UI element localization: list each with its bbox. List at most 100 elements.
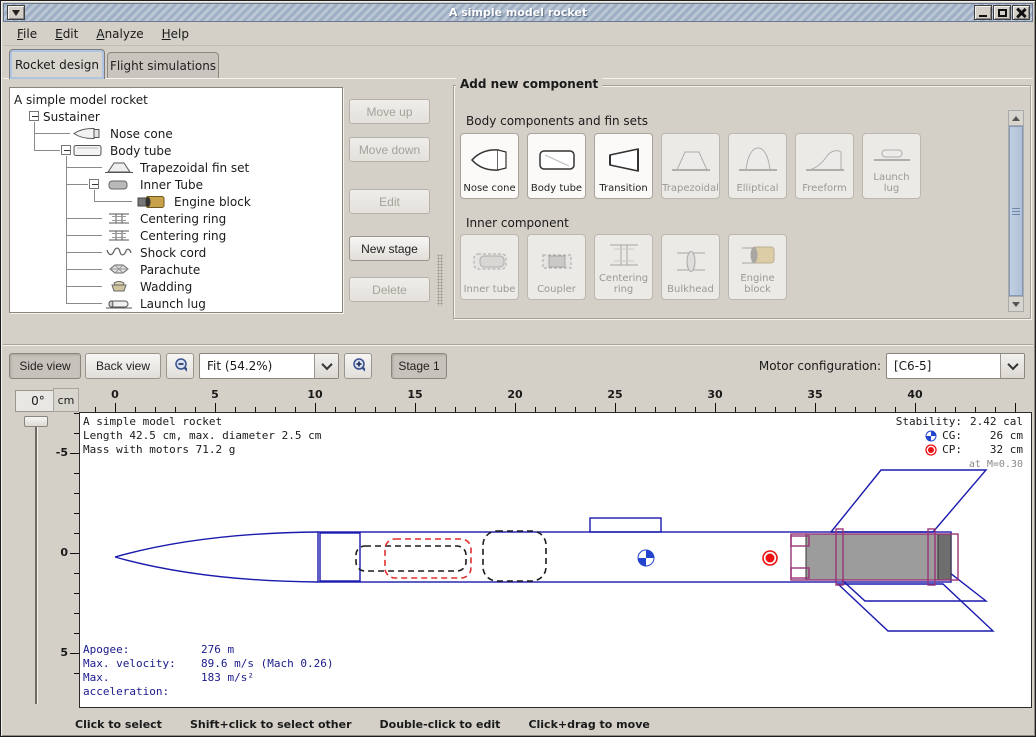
shock-cord-outline	[356, 546, 466, 571]
tree-guide	[94, 201, 132, 202]
add-coupler-button[interactable]: Coupler	[527, 234, 586, 300]
add-elliptical-fin-button[interactable]: Elliptical	[728, 133, 787, 199]
edit-button[interactable]: Edit	[349, 189, 430, 214]
expander-icon[interactable]	[89, 179, 99, 189]
add-body-tube-button[interactable]: Body tube	[527, 133, 586, 199]
transition-icon	[602, 136, 646, 183]
menu-edit[interactable]: Edit	[47, 24, 86, 44]
freeform-fin-icon	[803, 136, 847, 183]
window-title: A simple model rocket	[4, 6, 1032, 19]
tree-guide	[34, 150, 60, 151]
menu-bar: File Edit Analyze Help	[3, 22, 1033, 46]
zoom-level-combo[interactable]: Fit (54.2%)	[199, 353, 339, 379]
scroll-up-arrow-icon[interactable]	[1009, 111, 1023, 126]
rotation-slider-track[interactable]	[35, 419, 37, 704]
title-bar: A simple model rocket	[3, 3, 1033, 22]
scrollbar-thumb[interactable]	[1009, 126, 1023, 296]
rocket-canvas[interactable]: A simple model rocket Length 42.5 cm, ma…	[79, 412, 1032, 708]
rocket-diagram-area: 0° cm 0510152025303540 -505	[3, 386, 1033, 713]
inner-tube-icon	[468, 237, 512, 284]
tree-guide	[66, 269, 102, 270]
tree-item-inner-tube[interactable]: Inner Tube	[104, 176, 203, 193]
tree-item-engine-block[interactable]: Engine block	[136, 193, 251, 210]
motor-body	[806, 534, 951, 580]
zoom-out-button[interactable]	[166, 353, 194, 379]
tree-item-label: Centering ring	[140, 229, 226, 243]
add-nose-cone-button[interactable]: Nose cone	[460, 133, 519, 199]
side-view-button[interactable]: Side view	[9, 353, 81, 379]
launch-lug-icon	[870, 136, 914, 172]
tab-flight-simulations[interactable]: Flight simulations	[107, 52, 219, 79]
add-engine-block-button[interactable]: Engine block	[728, 234, 787, 300]
tree-item-label: Nose cone	[110, 127, 173, 141]
body-tube-icon	[535, 136, 579, 183]
expander-icon[interactable]	[61, 145, 71, 155]
tree-item-parachute[interactable]: Parachute	[104, 261, 200, 278]
maximize-button[interactable]	[993, 5, 1011, 20]
scroll-down-arrow-icon[interactable]	[1009, 296, 1023, 311]
hint-shift-click: Shift+click to select other	[190, 718, 352, 731]
cp-label: CP:	[942, 443, 962, 457]
component-scrollbar[interactable]	[1008, 110, 1024, 312]
add-trapezoidal-fin-button[interactable]: Trapezoidal	[661, 133, 720, 199]
motor-configuration-combo[interactable]: [C6-5]	[886, 353, 1025, 379]
component-tree[interactable]: A simple model rocket Sustainer Nose con…	[9, 87, 343, 313]
tree-item-shock-cord[interactable]: Shock cord	[104, 244, 206, 261]
tree-item-label: Inner Tube	[140, 178, 203, 192]
v-ruler: -505	[51, 412, 79, 693]
combo-arrow-button[interactable]	[314, 354, 338, 378]
tree-item-body-tube[interactable]: Body tube	[72, 142, 171, 159]
minimize-button[interactable]	[974, 5, 992, 20]
cg-legend-icon	[925, 430, 937, 442]
splitter-grip[interactable]	[437, 254, 443, 306]
add-inner-tube-button[interactable]: Inner tube	[460, 234, 519, 300]
tree-item-launch-lug[interactable]: Launch lug	[104, 295, 206, 312]
close-button[interactable]	[1012, 5, 1030, 20]
tree-item-centering-ring-2[interactable]: Centering ring	[104, 227, 226, 244]
add-launch-lug-button[interactable]: Launch lug	[862, 133, 921, 199]
tree-item-wadding[interactable]: Wadding	[104, 278, 192, 295]
tab-rocket-design[interactable]: Rocket design	[9, 49, 105, 79]
tree-guide	[66, 218, 102, 219]
coupler-icon	[535, 237, 579, 284]
component-button-label: Trapezoidal	[662, 183, 719, 194]
new-stage-button[interactable]: New stage	[349, 236, 430, 261]
tree-item-label: A simple model rocket	[14, 93, 148, 107]
tree-item-label: Centering ring	[140, 212, 226, 226]
add-freeform-fin-button[interactable]: Freeform	[795, 133, 854, 199]
expander-icon[interactable]	[29, 111, 39, 121]
cg-marker	[638, 550, 654, 566]
tree-item-rocket[interactable]: A simple model rocket	[14, 91, 148, 108]
back-view-button[interactable]: Back view	[85, 353, 161, 379]
menu-help[interactable]: Help	[154, 24, 197, 44]
add-transition-button[interactable]: Transition	[594, 133, 653, 199]
add-centering-ring-button[interactable]: Centering ring	[594, 234, 653, 300]
tree-guide	[66, 286, 102, 287]
tree-guide	[34, 133, 70, 134]
apogee-value: 276 m	[201, 643, 234, 657]
bulkhead-icon	[669, 237, 713, 284]
tree-item-label: Engine block	[174, 195, 251, 209]
rotation-slider-handle[interactable]	[24, 416, 48, 427]
component-button-label: Engine block	[731, 273, 784, 295]
tree-item-nose-cone[interactable]: Nose cone	[72, 125, 173, 142]
app-window: A simple model rocket File Edit Analyze …	[0, 0, 1036, 737]
menu-analyze[interactable]: Analyze	[88, 24, 151, 44]
combo-arrow-button[interactable]	[1000, 354, 1024, 378]
move-down-button[interactable]: Move down	[349, 137, 430, 162]
tree-item-centering-ring-1[interactable]: Centering ring	[104, 210, 226, 227]
add-bulkhead-button[interactable]: Bulkhead	[661, 234, 720, 300]
zoom-in-button[interactable]	[344, 353, 372, 379]
menu-file[interactable]: File	[9, 24, 45, 44]
component-button-label: Transition	[599, 183, 647, 194]
mach-note: at M=0.30	[896, 458, 1023, 472]
view-toolbar: Side view Back view Fit (54.2%) Stage 1 …	[3, 344, 1033, 386]
delete-button[interactable]: Delete	[349, 277, 430, 302]
wadding-icon	[104, 280, 134, 293]
stage-1-toggle[interactable]: Stage 1	[391, 353, 447, 379]
component-button-label: Bulkhead	[667, 284, 714, 295]
tree-item-sustainer[interactable]: Sustainer	[43, 108, 100, 125]
tree-item-fin-set[interactable]: Trapezoidal fin set	[104, 159, 249, 176]
tree-guide	[66, 303, 102, 304]
move-up-button[interactable]: Move up	[349, 99, 430, 124]
